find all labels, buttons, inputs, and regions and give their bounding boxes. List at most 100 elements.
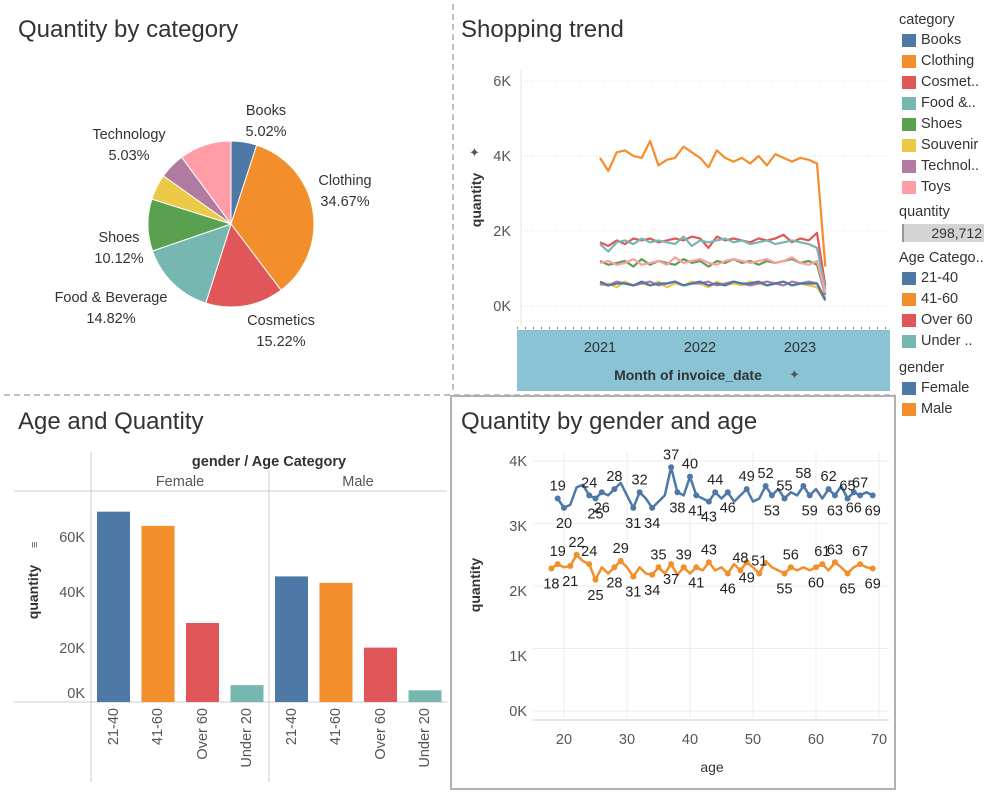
- g-point[interactable]: [668, 561, 675, 568]
- pie-chart[interactable]: Books 5.02% Clothing 34.67% Cosmetics 15…: [0, 40, 450, 400]
- legend-item-category[interactable]: Cosmet..: [899, 72, 999, 93]
- gender-age-chart[interactable]: 4K 3K 2K 1K 0K quantity 20 30 40 50 60 7…: [453, 400, 893, 784]
- g-point[interactable]: [586, 492, 593, 499]
- legend-item-age[interactable]: 41-60: [899, 289, 999, 310]
- g-point[interactable]: [630, 573, 637, 580]
- g-ytick-4k: 4K: [509, 454, 527, 470]
- legend-item-gender[interactable]: Female: [899, 378, 999, 399]
- g-point[interactable]: [831, 559, 838, 566]
- bar[interactable]: [186, 623, 219, 702]
- g-point[interactable]: [857, 561, 864, 568]
- legend-label: Books: [921, 32, 962, 48]
- g-point-label: 44: [707, 472, 723, 488]
- pie-label-technology: Technology: [92, 127, 166, 143]
- g-point[interactable]: [705, 559, 712, 566]
- g-point[interactable]: [825, 486, 832, 493]
- quantity-range-pill[interactable]: 298,712: [902, 224, 984, 242]
- pie-label-shoes: Shoes: [98, 230, 139, 246]
- bar-chart[interactable]: gender / Age Category Female Male 60K 40…: [0, 400, 450, 796]
- legend-swatch: [902, 55, 916, 68]
- g-point[interactable]: [573, 551, 580, 558]
- g-point[interactable]: [724, 489, 731, 496]
- bar[interactable]: [364, 647, 397, 702]
- g-point[interactable]: [705, 498, 712, 505]
- g-point[interactable]: [781, 570, 788, 577]
- g-point[interactable]: [857, 492, 864, 499]
- trend-series-line[interactable]: [599, 280, 827, 301]
- legend-label: Food &..: [921, 95, 976, 111]
- bar[interactable]: [319, 582, 353, 702]
- legend-item-age[interactable]: Over 60: [899, 310, 999, 331]
- trend-chart[interactable]: 6K 4K 2K 0K quantity ✦ 2021 2022 2023 Mo…: [455, 40, 895, 400]
- g-point[interactable]: [762, 483, 769, 489]
- g-point[interactable]: [630, 504, 637, 511]
- g-point[interactable]: [712, 489, 719, 496]
- legend-item-age[interactable]: Under ..: [899, 331, 999, 352]
- bar[interactable]: [97, 511, 130, 702]
- g-point[interactable]: [548, 565, 555, 572]
- g-point-label: 67: [852, 544, 868, 560]
- g-point[interactable]: [668, 464, 675, 471]
- g-point-label: 62: [821, 469, 837, 485]
- g-point[interactable]: [800, 483, 807, 489]
- legend-item-category[interactable]: Souvenir: [899, 135, 999, 156]
- legend-item-gender[interactable]: Male: [899, 399, 999, 420]
- g-point[interactable]: [598, 489, 605, 496]
- bar[interactable]: [141, 525, 175, 702]
- bar-xtick: Over 60: [195, 708, 211, 760]
- g-point[interactable]: [844, 570, 851, 577]
- bar[interactable]: [408, 690, 442, 702]
- legend-item-category[interactable]: Food &..: [899, 93, 999, 114]
- g-point[interactable]: [831, 492, 838, 499]
- legend-item-category[interactable]: Shoes: [899, 114, 999, 135]
- g-point[interactable]: [724, 570, 731, 577]
- legend-age-list: 21-40 41-60 Over 60 Under ..: [899, 268, 999, 352]
- g-point[interactable]: [781, 495, 788, 502]
- g-point-label: 67: [852, 475, 868, 491]
- g-point[interactable]: [617, 558, 624, 564]
- g-point[interactable]: [687, 473, 693, 480]
- bar[interactable]: [230, 685, 264, 702]
- g-point[interactable]: [554, 561, 561, 568]
- legend-item-category[interactable]: Toys: [899, 177, 999, 198]
- pin-icon[interactable]: ✦: [469, 145, 480, 160]
- g-point[interactable]: [611, 564, 618, 571]
- legend-item-category[interactable]: Technol..: [899, 156, 999, 177]
- g-point[interactable]: [756, 570, 763, 577]
- g-point[interactable]: [743, 486, 750, 493]
- g-point[interactable]: [561, 504, 567, 511]
- g-point[interactable]: [554, 495, 561, 502]
- g-point[interactable]: [806, 492, 813, 499]
- pin-icon[interactable]: ✦: [789, 367, 800, 382]
- trend-xtick-2022: 2022: [684, 340, 716, 356]
- trend-series-line[interactable]: [599, 139, 827, 267]
- legend-item-category[interactable]: Clothing: [899, 51, 999, 72]
- legend-item-category[interactable]: Books: [899, 30, 999, 51]
- g-xtick: 70: [871, 732, 887, 748]
- bar[interactable]: [275, 576, 308, 702]
- g-point[interactable]: [693, 564, 700, 571]
- g-point-label: 28: [606, 469, 622, 485]
- g-point[interactable]: [869, 492, 876, 499]
- legend-label: Technol..: [921, 158, 980, 174]
- g-point[interactable]: [649, 504, 656, 511]
- g-point[interactable]: [586, 561, 593, 568]
- g-point[interactable]: [819, 561, 826, 568]
- pie-label-food: Food & Beverage: [55, 290, 168, 306]
- g-point[interactable]: [813, 564, 819, 571]
- g-point[interactable]: [680, 564, 687, 571]
- g-point[interactable]: [768, 492, 775, 499]
- legend-swatch: [902, 76, 916, 89]
- legend-item-age[interactable]: 21-40: [899, 268, 999, 289]
- g-point[interactable]: [869, 565, 876, 572]
- g-point[interactable]: [567, 563, 574, 569]
- g-point[interactable]: [636, 489, 643, 496]
- sort-icon[interactable]: ≡: [29, 542, 41, 548]
- g-point[interactable]: [693, 492, 700, 499]
- g-point[interactable]: [611, 486, 618, 493]
- g-point[interactable]: [674, 489, 681, 496]
- g-point[interactable]: [655, 564, 662, 571]
- g-point[interactable]: [649, 571, 656, 578]
- g-point[interactable]: [787, 564, 794, 571]
- g-point[interactable]: [592, 576, 599, 583]
